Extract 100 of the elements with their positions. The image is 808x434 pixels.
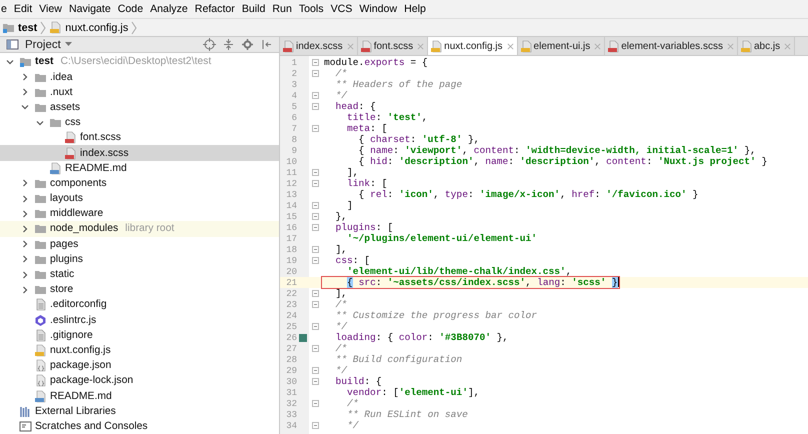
menu-item[interactable]: Tools <box>298 3 324 15</box>
tree-item[interactable]: plugins <box>0 252 279 267</box>
menu-item[interactable]: Run <box>272 3 292 15</box>
menu-item[interactable]: Analyze <box>150 3 188 15</box>
tree-item[interactable]: External Libraries <box>0 404 279 419</box>
file-icon <box>520 40 533 52</box>
breadcrumb-item[interactable]: test <box>2 21 38 34</box>
close-icon[interactable] <box>417 42 424 50</box>
tree-item[interactable]: .gitignore <box>0 328 279 343</box>
tree-item[interactable]: node_modules library root <box>0 221 279 237</box>
code-line: /* <box>334 68 348 79</box>
settings-icon[interactable] <box>241 38 254 52</box>
tree-item[interactable]: components <box>0 176 279 191</box>
code-line: */ <box>346 420 359 431</box>
project-view-dropdown[interactable]: Project <box>25 38 72 51</box>
file-icon <box>740 40 753 52</box>
line-number: 9 <box>290 146 297 156</box>
tree-item[interactable]: static <box>0 266 279 282</box>
menu-item[interactable]: Navigate <box>68 3 111 15</box>
tree-item[interactable]: middleware <box>0 206 279 222</box>
tree-item[interactable]: font.scss <box>0 130 279 146</box>
fold-marker-icon[interactable] <box>312 92 319 99</box>
line-number: 10 <box>285 156 297 166</box>
tree-item[interactable]: .eslintrc.js <box>0 312 279 328</box>
tree-item[interactable]: .idea <box>0 70 279 85</box>
fold-marker-icon[interactable] <box>312 257 319 264</box>
folder-icon <box>34 268 47 282</box>
line-number: 15 <box>285 212 297 222</box>
fold-marker-icon[interactable] <box>312 125 319 132</box>
fold-marker-icon[interactable] <box>312 345 319 352</box>
fold-marker-icon[interactable] <box>312 180 319 187</box>
close-icon[interactable] <box>594 42 602 50</box>
code-line: css: [ <box>334 255 370 266</box>
tree-item[interactable]: package-lock.json <box>0 373 279 388</box>
editor-tab[interactable]: nuxt.config.js <box>428 37 518 55</box>
tree-item[interactable]: assets <box>0 100 279 116</box>
fold-marker-icon[interactable] <box>312 70 319 77</box>
line-number: 2 <box>290 68 297 78</box>
editor-tab[interactable]: element-variables.scss <box>605 37 738 55</box>
menu-item[interactable]: e <box>1 3 7 15</box>
folder-icon <box>34 192 47 206</box>
line-number: 1 <box>290 58 297 68</box>
file-icon <box>64 131 77 144</box>
line-number: 28 <box>285 354 297 364</box>
tree-item[interactable]: pages <box>0 236 279 252</box>
folder-icon <box>2 21 15 34</box>
tree-item[interactable]: test C:\Users\ecidi\Desktop\test2\test <box>0 54 279 70</box>
editor-tab[interactable]: index.scss <box>280 37 358 55</box>
close-icon[interactable] <box>346 42 354 50</box>
menu-item[interactable]: View <box>39 3 62 15</box>
line-number: 24 <box>285 310 297 320</box>
code-line: module.exports = { <box>323 57 428 68</box>
line-number: 14 <box>285 200 297 210</box>
menu-item[interactable]: Window <box>359 3 398 15</box>
fold-marker-icon[interactable] <box>312 290 319 297</box>
collapse-icon[interactable] <box>222 38 235 52</box>
close-icon[interactable] <box>506 42 514 50</box>
fold-marker-icon[interactable] <box>312 378 319 385</box>
tree-item[interactable]: store <box>0 282 279 298</box>
tree-item[interactable]: README.md <box>0 388 279 404</box>
hide-icon[interactable] <box>260 38 273 52</box>
fold-marker-icon[interactable] <box>312 301 319 308</box>
tree-item[interactable]: .nuxt <box>0 84 279 100</box>
code-line: ** Build configuration <box>334 354 462 365</box>
chevron-icon <box>131 20 138 34</box>
line-number: 16 <box>285 222 297 232</box>
code-line: vendor: ['element-ui'], <box>346 387 480 398</box>
code-line: meta: [ <box>346 123 388 134</box>
tree-item[interactable]: package.json <box>0 358 279 374</box>
file-icon <box>34 359 47 372</box>
fold-marker-icon[interactable] <box>312 422 319 429</box>
tree-item[interactable]: .editorconfig <box>0 297 279 312</box>
tree-item[interactable]: Scratches and Consoles <box>0 418 279 434</box>
line-number: 23 <box>285 300 297 310</box>
fold-marker-icon[interactable] <box>312 323 319 330</box>
tree-item[interactable]: css <box>0 115 279 130</box>
menu-item[interactable]: Code <box>118 3 144 15</box>
fold-marker-icon[interactable] <box>312 103 319 110</box>
close-icon[interactable] <box>726 42 734 50</box>
breadcrumb-item[interactable]: nuxt.config.js <box>49 21 128 34</box>
menu-item[interactable]: Build <box>242 3 266 15</box>
menu-item[interactable]: Edit <box>14 3 32 15</box>
fold-marker-icon[interactable] <box>312 400 319 407</box>
tree-item[interactable]: nuxt.config.js <box>0 342 279 358</box>
tree-item[interactable]: index.scss <box>0 145 279 161</box>
line-number: 12 <box>285 178 297 188</box>
fold-marker-icon[interactable] <box>312 59 319 66</box>
target-icon[interactable] <box>203 38 216 52</box>
fold-marker-icon[interactable] <box>312 202 319 209</box>
tree-item[interactable]: layouts <box>0 191 279 206</box>
menu-item[interactable]: VCS <box>330 3 352 15</box>
close-icon[interactable] <box>784 42 792 50</box>
fold-marker-icon[interactable] <box>312 213 319 220</box>
tree-item[interactable]: README.md <box>0 160 279 176</box>
menu-item[interactable]: Help <box>404 3 426 15</box>
menu-item[interactable]: Refactor <box>194 3 235 15</box>
fold-marker-icon[interactable] <box>312 246 319 253</box>
fold-marker-icon[interactable] <box>312 367 319 374</box>
fold-marker-icon[interactable] <box>312 224 319 231</box>
fold-marker-icon[interactable] <box>312 169 319 176</box>
